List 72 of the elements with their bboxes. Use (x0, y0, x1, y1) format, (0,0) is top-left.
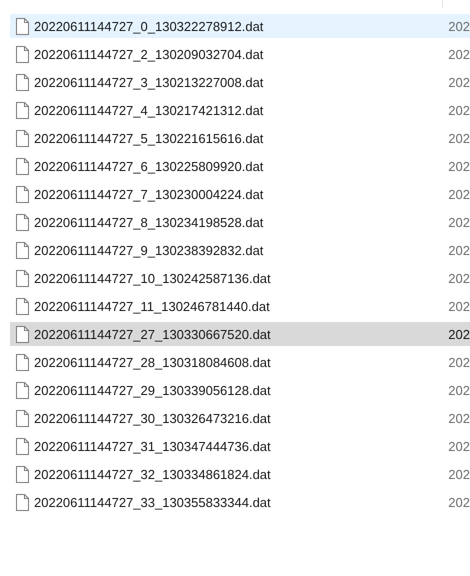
file-icon (16, 46, 29, 62)
file-name: 20220611144727_4_130217421312.dat (34, 102, 264, 118)
file-icon (16, 466, 29, 482)
file-row[interactable]: 20220611144727_10_130242587136.dat 202 (10, 266, 470, 290)
date-modified: 202 (448, 130, 470, 146)
file-row[interactable]: 20220611144727_6_130225809920.dat 202 (10, 154, 470, 178)
date-modified: 202 (448, 410, 470, 426)
file-row[interactable]: 20220611144727_27_130330667520.dat 202 (10, 322, 470, 346)
file-icon (16, 102, 29, 118)
file-icon (16, 158, 29, 174)
file-name: 20220611144727_33_130355833344.dat (34, 494, 272, 510)
file-name: 20220611144727_11_130246781440.dat (34, 298, 271, 314)
file-icon (16, 494, 29, 510)
date-modified: 202 (448, 102, 470, 118)
date-modified: 202 (448, 214, 470, 230)
file-row[interactable]: 20220611144727_33_130355833344.dat 202 (10, 490, 470, 514)
file-row[interactable]: 20220611144727_4_130217421312.dat 202 (10, 98, 470, 122)
file-row[interactable]: 20220611144727_7_130230004224.dat 202 (10, 182, 470, 206)
file-icon (16, 242, 29, 258)
file-row[interactable]: 20220611144727_9_130238392832.dat 202 (10, 238, 470, 262)
file-name: 20220611144727_2_130209032704.dat (34, 46, 264, 62)
file-icon (16, 354, 29, 370)
file-row[interactable]: 20220611144727_30_130326473216.dat 202 (10, 406, 470, 430)
date-modified: 202 (448, 242, 470, 258)
file-row[interactable]: 20220611144727_32_130334861824.dat 202 (10, 462, 470, 486)
file-name: 20220611144727_27_130330667520.dat (34, 326, 272, 342)
file-name: 20220611144727_32_130334861824.dat (34, 466, 272, 482)
date-modified: 202 (448, 326, 470, 342)
date-modified: 202 (448, 438, 470, 454)
file-icon (16, 130, 29, 146)
date-modified: 202 (448, 270, 470, 286)
date-modified: 202 (448, 186, 470, 202)
date-modified: 202 (448, 298, 470, 314)
file-icon (16, 186, 29, 202)
file-name: 20220611144727_31_130347444736.dat (34, 438, 272, 454)
file-row[interactable]: 20220611144727_0_130322278912.dat 202 (10, 14, 470, 38)
file-icon (16, 74, 29, 90)
file-row[interactable]: 20220611144727_29_130339056128.dat 202 (10, 378, 470, 402)
file-row[interactable]: 20220611144727_28_130318084608.dat 202 (10, 350, 470, 374)
file-icon (16, 438, 29, 454)
file-name: 20220611144727_3_130213227008.dat (34, 74, 264, 90)
file-icon (16, 214, 29, 230)
file-icon (16, 270, 29, 286)
file-name: 20220611144727_0_130322278912.dat (34, 18, 264, 34)
date-modified: 202 (448, 158, 470, 174)
date-modified: 202 (448, 466, 470, 482)
file-name: 20220611144727_28_130318084608.dat (34, 354, 272, 370)
date-modified: 202 (448, 46, 470, 62)
file-name: 20220611144727_10_130242587136.dat (34, 270, 272, 286)
file-icon (16, 18, 29, 34)
file-name: 20220611144727_9_130238392832.dat (34, 242, 264, 258)
file-icon (16, 382, 29, 398)
file-row[interactable]: 20220611144727_5_130221615616.dat 202 (10, 126, 470, 150)
date-modified: 202 (448, 74, 470, 90)
file-name: 20220611144727_29_130339056128.dat (34, 382, 272, 398)
date-modified: 202 (448, 382, 470, 398)
file-row[interactable]: 20220611144727_3_130213227008.dat 202 (10, 70, 470, 94)
date-modified: 202 (448, 18, 470, 34)
date-modified: 202 (448, 354, 470, 370)
file-icon (16, 326, 29, 342)
file-name: 20220611144727_5_130221615616.dat (34, 130, 264, 146)
file-row[interactable]: 20220611144727_11_130246781440.dat 202 (10, 294, 470, 318)
file-row[interactable]: 20220611144727_2_130209032704.dat 202 (10, 42, 470, 66)
file-icon (16, 298, 29, 314)
file-name: 20220611144727_7_130230004224.dat (34, 186, 264, 202)
file-name: 20220611144727_30_130326473216.dat (34, 410, 272, 426)
file-name: 20220611144727_8_130234198528.dat (34, 214, 264, 230)
file-icon (16, 410, 29, 426)
date-modified: 202 (448, 494, 470, 510)
file-row[interactable]: 20220611144727_8_130234198528.dat 202 (10, 210, 470, 234)
file-name: 20220611144727_6_130225809920.dat (34, 158, 264, 174)
file-row[interactable]: 20220611144727_31_130347444736.dat 202 (10, 434, 470, 458)
